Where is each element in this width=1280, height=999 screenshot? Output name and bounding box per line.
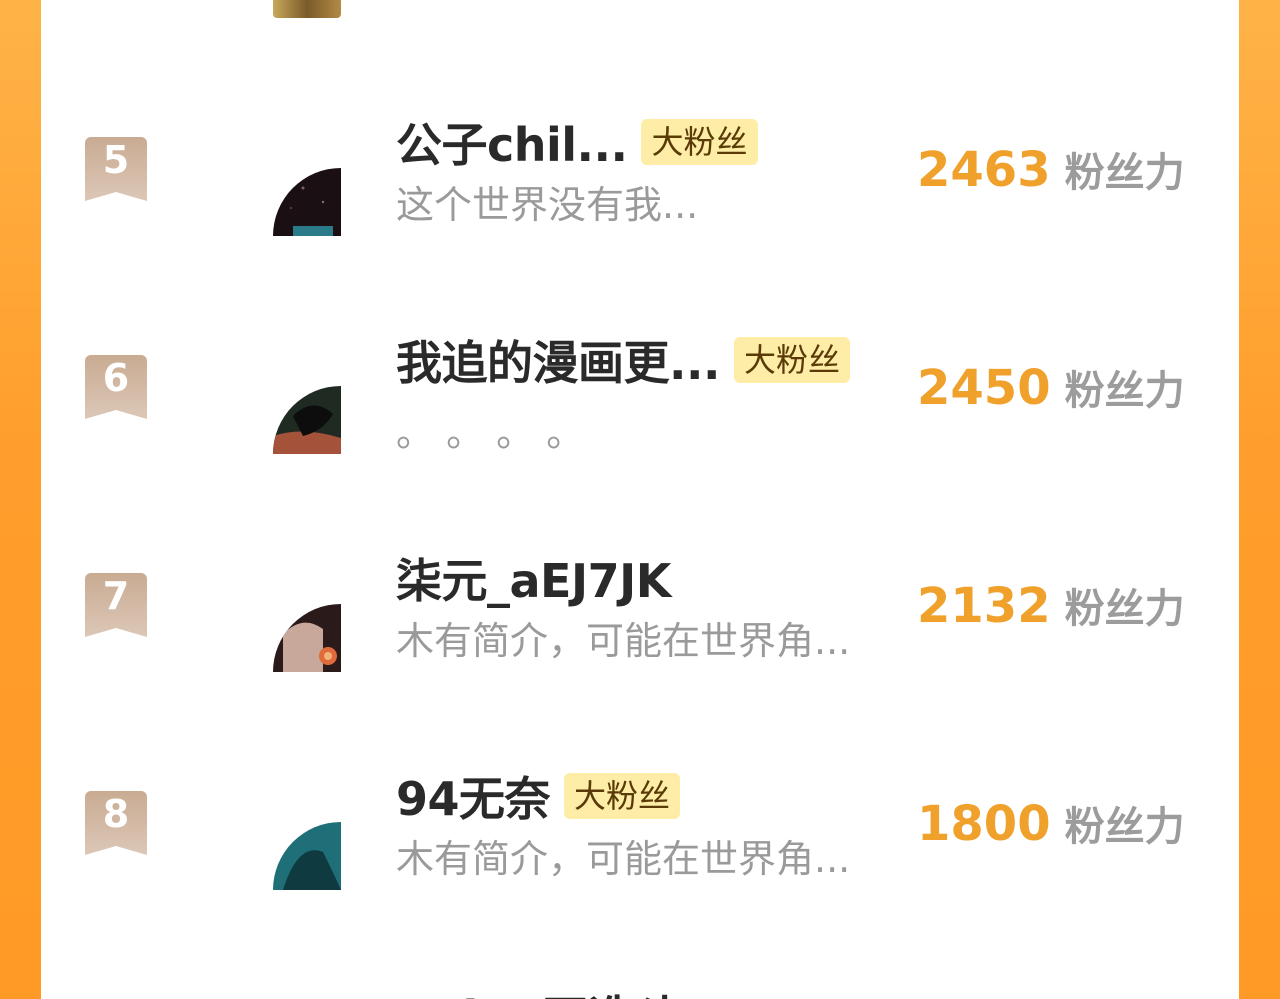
rank-badge: 5	[85, 137, 147, 201]
user-avatar[interactable]	[273, 168, 341, 236]
fan-level-badge: 大粉丝	[564, 773, 681, 819]
user-bio: 木有简介，可能在世界角...	[396, 619, 851, 663]
fan-level-badge: 大粉丝	[733, 337, 850, 383]
user-name[interactable]: 我追的漫画更...	[396, 327, 720, 393]
user-name[interactable]: 94无奈	[396, 763, 551, 829]
rank-number: 8	[102, 792, 130, 836]
rank-badge: 6	[85, 355, 147, 419]
rank-badge: 7	[85, 573, 147, 637]
fan-ranking-list: 5 公子chil... 大粉丝 这个世界没有我... 2463 粉丝力 6 我追…	[41, 0, 1239, 999]
rank-number: 6	[102, 356, 130, 400]
fan-power-unit: 粉丝力	[1064, 150, 1185, 196]
rank-number: 5	[102, 138, 130, 182]
fan-rank-row[interactable]: 5 公子chil... 大粉丝 这个世界没有我... 2463 粉丝力	[41, 110, 1239, 328]
name-line: 公子chil... 大粉丝	[396, 113, 758, 172]
user-bio: 木有简介，可能在世界角...	[396, 837, 851, 881]
rank-badge: 8	[85, 791, 147, 855]
fan-power-value: 2463	[917, 142, 1051, 198]
fan-rank-row[interactable]: 8 94无奈 大粉丝 木有简介，可能在世界角... 1800 粉丝力	[41, 764, 1239, 982]
user-name[interactable]: 公子chil...	[396, 109, 628, 175]
fan-power-value: 2132	[917, 578, 1051, 634]
user-name[interactable]: 柒元_aEJ7JK	[396, 545, 671, 611]
fan-power-unit: 粉丝力	[1064, 586, 1185, 632]
name-line: 柒元_aEJ7JK	[396, 549, 671, 608]
user-bio: 这个世界没有我...	[396, 183, 699, 227]
fan-power: 1800 粉丝力	[917, 794, 1185, 852]
fan-power: 2132 粉丝力	[917, 576, 1185, 634]
avatar-partial[interactable]	[273, 0, 341, 18]
fan-power-unit: 粉丝力	[1064, 804, 1185, 850]
fan-power: 2463 粉丝力	[917, 140, 1185, 198]
name-line: 94无奈 大粉丝	[396, 767, 681, 826]
user-name-partial[interactable]: Raine巫造斗	[396, 982, 680, 999]
fan-power-value: 1800	[917, 796, 1051, 852]
rank-number: 7	[102, 574, 130, 618]
user-avatar[interactable]	[273, 822, 341, 890]
user-avatar[interactable]	[273, 604, 341, 672]
fan-power-value: 2450	[917, 360, 1051, 416]
user-avatar[interactable]	[273, 386, 341, 454]
user-bio: 。 。 。 。	[396, 411, 585, 455]
fan-rank-row[interactable]: 6 我追的漫画更... 大粉丝 。 。 。 。 2450 粉丝力	[41, 328, 1239, 546]
fan-power-unit: 粉丝力	[1064, 368, 1185, 414]
fan-power: 2450 粉丝力	[917, 358, 1185, 416]
name-line: 我追的漫画更... 大粉丝	[396, 331, 850, 390]
fan-level-badge: 大粉丝	[641, 119, 758, 165]
fan-rank-row[interactable]: 7 柒元_aEJ7JK 木有简介，可能在世界角... 2132 粉丝力	[41, 546, 1239, 764]
